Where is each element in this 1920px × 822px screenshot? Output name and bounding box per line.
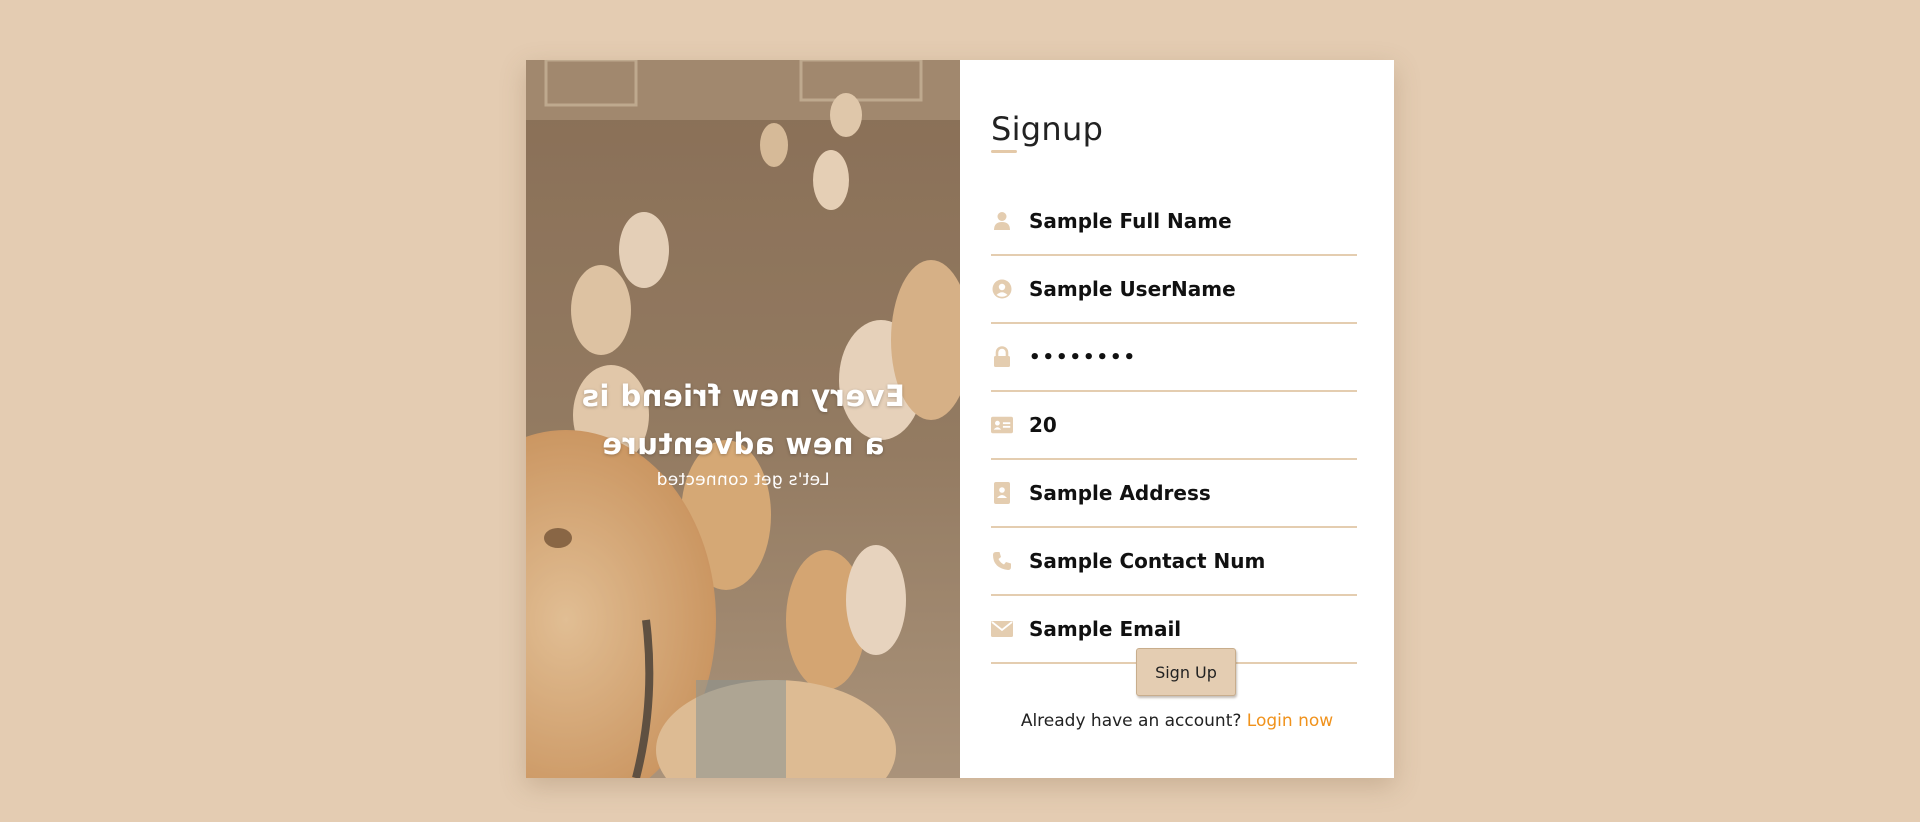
lock-icon bbox=[991, 346, 1013, 368]
title-underline bbox=[991, 150, 1017, 153]
user-icon bbox=[991, 210, 1013, 232]
envelope-icon bbox=[991, 618, 1013, 640]
email-input[interactable] bbox=[1029, 617, 1349, 641]
username-field bbox=[991, 256, 1357, 324]
password-field bbox=[991, 324, 1357, 392]
hero-subheading: Let's get connected bbox=[656, 470, 830, 490]
password-input[interactable] bbox=[1029, 346, 1349, 368]
signup-card: Every new friend is a new adventure Let'… bbox=[526, 60, 1394, 778]
contact-field bbox=[991, 528, 1357, 596]
full-name-input[interactable] bbox=[1029, 209, 1349, 233]
login-prompt-text: Already have an account? bbox=[1020, 711, 1242, 731]
phone-icon bbox=[991, 550, 1013, 572]
contact-input[interactable] bbox=[1029, 549, 1349, 573]
username-input[interactable] bbox=[1029, 277, 1349, 301]
login-prompt-line: Already have an account? Login now bbox=[960, 711, 1394, 731]
user-circle-icon bbox=[991, 278, 1013, 300]
hero-text-block: Every new friend is a new adventure Let'… bbox=[526, 372, 960, 490]
login-now-link[interactable]: Login now bbox=[1247, 711, 1333, 731]
sign-up-button[interactable]: Sign Up bbox=[1136, 648, 1236, 696]
age-field bbox=[991, 392, 1357, 460]
address-input[interactable] bbox=[1029, 481, 1349, 505]
address-field bbox=[991, 460, 1357, 528]
hero-photo-panel: Every new friend is a new adventure Let'… bbox=[526, 60, 960, 778]
form-title: Signup bbox=[991, 110, 1104, 148]
full-name-field bbox=[991, 188, 1357, 256]
hero-heading: Every new friend is a new adventure bbox=[581, 379, 905, 461]
address-book-icon bbox=[991, 482, 1013, 504]
id-card-icon bbox=[991, 414, 1013, 436]
age-input[interactable] bbox=[1029, 413, 1349, 437]
signup-form-panel: Signup Sample Full Name Sample UserName … bbox=[960, 60, 1394, 778]
